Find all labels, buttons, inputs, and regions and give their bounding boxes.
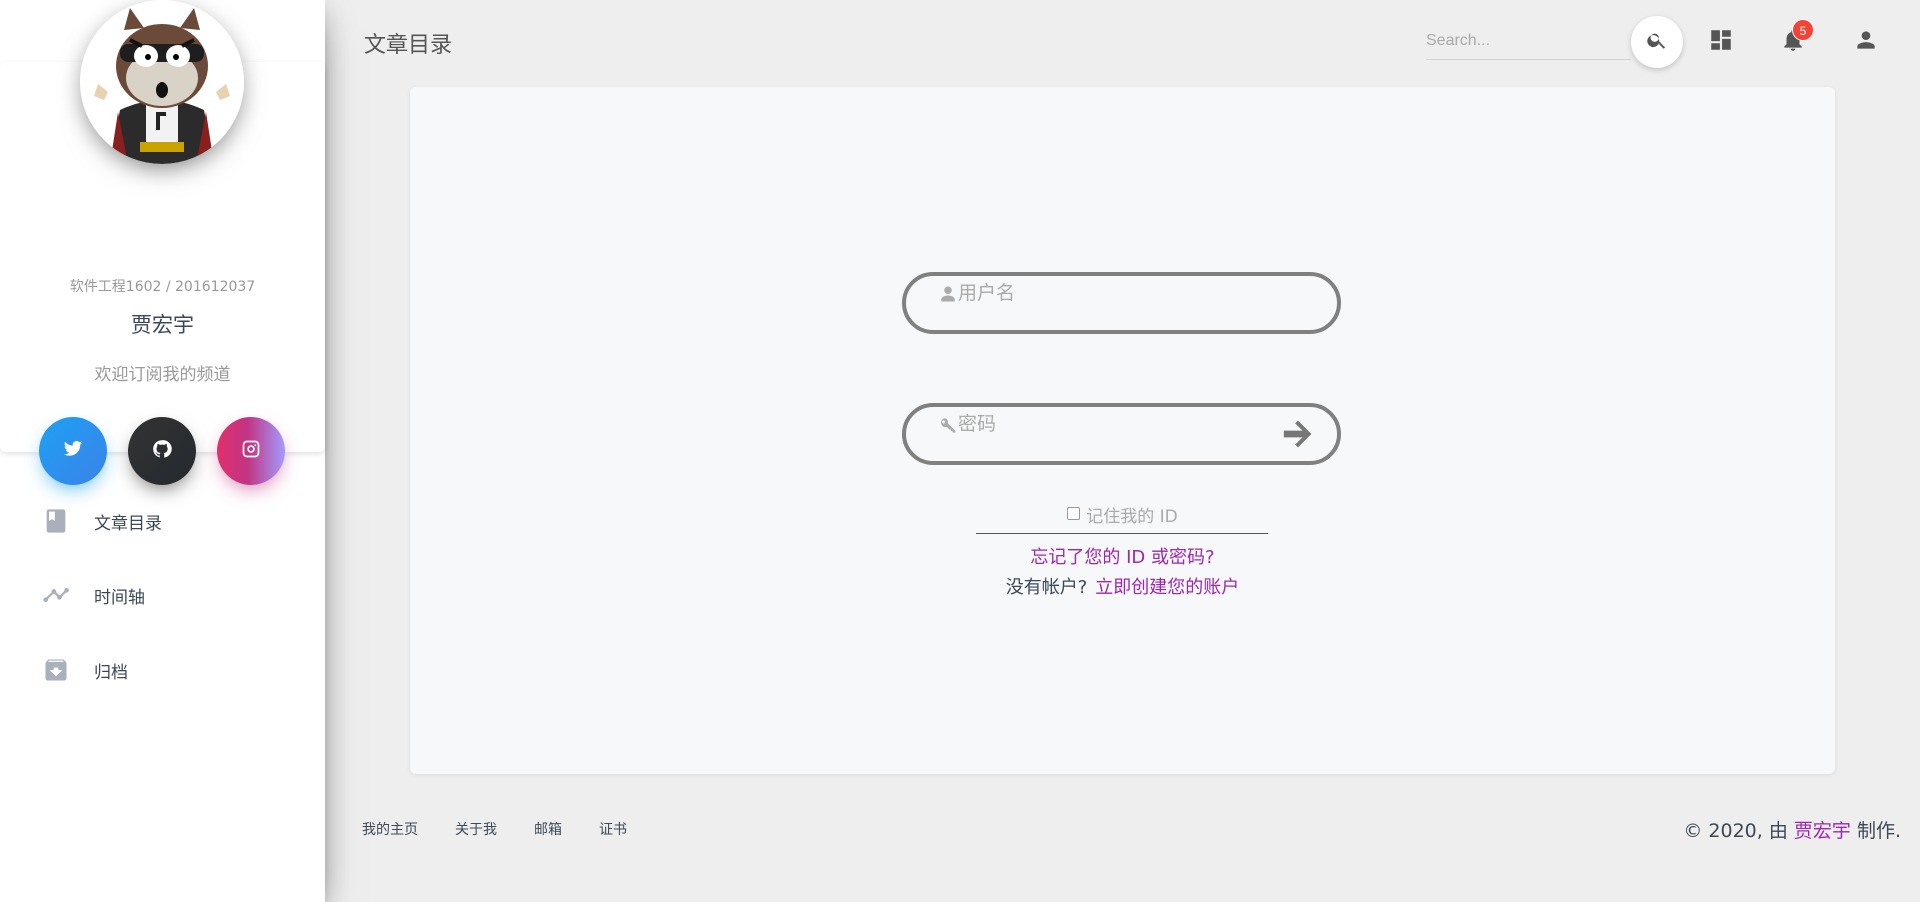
dashboard-icon: [1708, 27, 1734, 57]
login-card: 记住我的 ID 忘记了您的 ID 或密码? 没有帐户? 立即创建您的账户: [410, 87, 1835, 774]
remember-checkbox[interactable]: [1067, 507, 1081, 520]
footer-link-certificate[interactable]: 证书: [599, 819, 627, 839]
forgot-link[interactable]: 忘记了您的 ID 或密码?: [410, 543, 1835, 569]
search-button[interactable]: [1631, 16, 1683, 68]
sidebar-item-label: 归档: [94, 662, 128, 683]
user-icon: [939, 285, 957, 303]
sidebar-item-articles[interactable]: 文章目录: [0, 491, 325, 551]
notification-badge: 5: [1792, 19, 1814, 41]
instagram-icon: [241, 439, 261, 463]
username-input[interactable]: [958, 278, 1258, 308]
copyright: © 2020, 由 贾宏宇 制作.: [1683, 816, 1901, 843]
remember-row: 记住我的 ID: [410, 502, 1835, 527]
sidebar: 软件工程1602 / 201612037 贾宏宇 欢迎订阅我的频道 文章目录 时…: [0, 0, 325, 902]
twitter-button[interactable]: [39, 417, 107, 485]
sidebar-item-timeline[interactable]: 时间轴: [0, 565, 325, 625]
divider: [976, 533, 1268, 534]
sidebar-item-label: 文章目录: [94, 513, 162, 534]
remember-label: 记住我的 ID: [1086, 507, 1178, 527]
profile-description: 欢迎订阅我的频道: [94, 365, 231, 385]
profile-name: 贾宏宇: [131, 313, 194, 337]
username-field[interactable]: [902, 272, 1341, 334]
copyright-author-link[interactable]: 贾宏宇: [1794, 820, 1851, 842]
profile-meta: 软件工程1602 / 201612037: [69, 279, 256, 295]
create-account-link[interactable]: 立即创建您的账户: [1095, 577, 1239, 598]
archive-icon: [40, 654, 72, 686]
arrow-right-icon: [1283, 420, 1312, 448]
signup-row: 没有帐户? 立即创建您的账户: [410, 573, 1835, 599]
twitter-icon: [63, 439, 83, 463]
footer-links: 我的主页 关于我 邮箱 证书: [362, 819, 664, 839]
github-button[interactable]: [128, 417, 196, 485]
dashboard-button[interactable]: [1703, 24, 1739, 60]
password-field[interactable]: [902, 403, 1341, 465]
no-account-text: 没有帐户?: [1005, 577, 1088, 598]
timeline-icon: [40, 579, 72, 611]
avatar: [80, 0, 244, 164]
book-icon: [40, 505, 72, 537]
page-title: 文章目录: [364, 33, 453, 58]
search-icon: [1646, 29, 1668, 55]
password-input[interactable]: [958, 409, 1258, 439]
person-icon: [1853, 27, 1879, 57]
sidebar-item-label: 时间轴: [94, 587, 145, 608]
github-icon: [152, 439, 172, 463]
submit-button[interactable]: [1281, 417, 1315, 451]
copyright-suffix: 制作.: [1856, 820, 1901, 842]
key-icon: [939, 416, 957, 434]
profile-button[interactable]: [1848, 24, 1884, 60]
sidebar-item-archive[interactable]: 归档: [0, 640, 325, 700]
footer-link-home[interactable]: 我的主页: [362, 819, 418, 839]
copyright-prefix: © 2020, 由: [1683, 820, 1788, 842]
instagram-button[interactable]: [217, 417, 285, 485]
footer-link-about[interactable]: 关于我: [455, 819, 497, 839]
footer-link-email[interactable]: 邮箱: [534, 819, 562, 839]
search-input[interactable]: [1426, 22, 1631, 60]
